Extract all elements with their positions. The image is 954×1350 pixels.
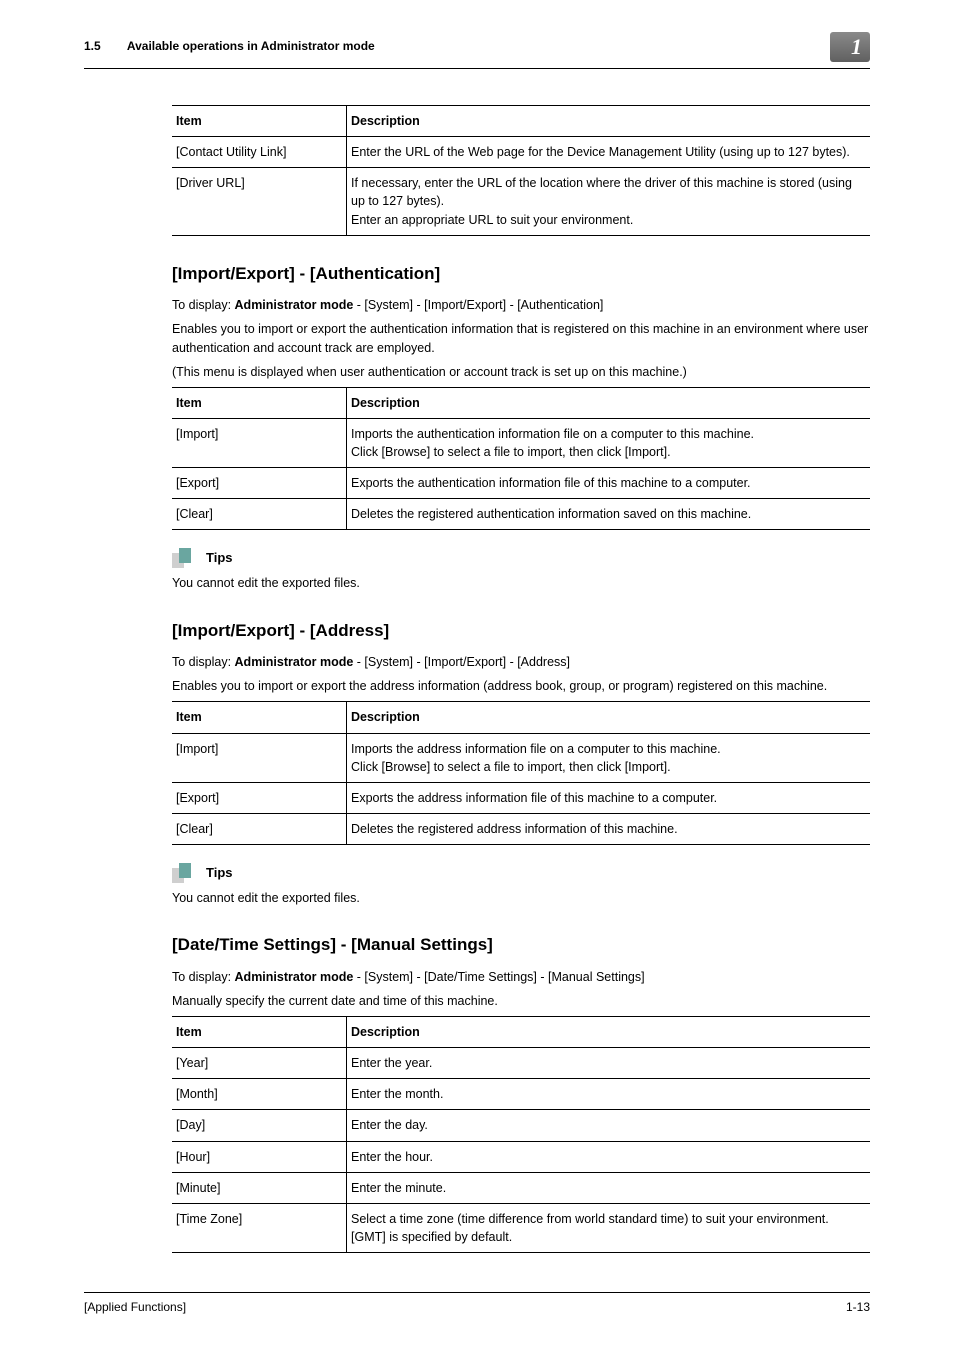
cell-item: [Time Zone] xyxy=(172,1203,347,1252)
para-auth-1: Enables you to import or export the auth… xyxy=(172,320,870,356)
table-row: [Clear]Deletes the registered address in… xyxy=(172,813,870,844)
heading-addr: [Import/Export] - [Address] xyxy=(172,619,870,644)
section-number: 1.5 xyxy=(84,38,124,55)
cell-item: [Import] xyxy=(172,418,347,467)
cell-item: [Day] xyxy=(172,1110,347,1141)
display-prefix: To display: xyxy=(172,298,235,312)
table-row: [Clear]Deletes the registered authentica… xyxy=(172,499,870,530)
para-addr-1: Enables you to import or export the addr… xyxy=(172,677,870,695)
col-header-desc: Description xyxy=(347,387,871,418)
tips-label: Tips xyxy=(206,549,233,568)
col-header-desc: Description xyxy=(347,1017,871,1048)
display-path-date: To display: Administrator mode - [System… xyxy=(172,968,870,986)
table-top: Item Description [Contact Utility Link]E… xyxy=(172,105,870,236)
table-row: Item Description xyxy=(172,1017,870,1048)
header-title: 1.5 Available operations in Administrato… xyxy=(84,38,375,55)
cell-desc: Select a time zone (time difference from… xyxy=(347,1203,871,1252)
para-auth-2: (This menu is displayed when user authen… xyxy=(172,363,870,381)
table-row: [Driver URL]If necessary, enter the URL … xyxy=(172,168,870,235)
cell-item: [Clear] xyxy=(172,499,347,530)
display-bold: Administrator mode xyxy=(235,970,354,984)
cell-item: [Export] xyxy=(172,782,347,813)
cell-desc: Deletes the registered address informati… xyxy=(347,813,871,844)
display-prefix: To display: xyxy=(172,970,235,984)
tips-addr: Tips xyxy=(172,863,870,883)
cell-desc: Exports the address information file of … xyxy=(347,782,871,813)
para-date-1: Manually specify the current date and ti… xyxy=(172,992,870,1010)
col-header-item: Item xyxy=(172,1017,347,1048)
table-row: [Time Zone]Select a time zone (time diff… xyxy=(172,1203,870,1252)
table-row: [Contact Utility Link]Enter the URL of t… xyxy=(172,137,870,168)
cell-desc: Enter the month. xyxy=(347,1079,871,1110)
col-header-desc: Description xyxy=(347,106,871,137)
page-footer: [Applied Functions] 1-13 xyxy=(84,1292,870,1316)
table-row: Item Description xyxy=(172,106,870,137)
cell-item: [Month] xyxy=(172,1079,347,1110)
cell-desc: Imports the address information file on … xyxy=(347,733,871,782)
cell-desc: Enter the minute. xyxy=(347,1172,871,1203)
tips-label: Tips xyxy=(206,864,233,883)
display-path-addr: To display: Administrator mode - [System… xyxy=(172,653,870,671)
cell-item: [Clear] xyxy=(172,813,347,844)
display-rest: - [System] - [Import/Export] - [Address] xyxy=(353,655,570,669)
page-header: 1.5 Available operations in Administrato… xyxy=(84,32,870,66)
chapter-number: 1 xyxy=(851,31,862,63)
tips-text-addr: You cannot edit the exported files. xyxy=(172,889,870,907)
cell-desc: Deletes the registered authentication in… xyxy=(347,499,871,530)
display-bold: Administrator mode xyxy=(235,655,354,669)
tips-icon xyxy=(172,863,200,883)
table-addr-body: [Import]Imports the address information … xyxy=(172,733,870,845)
cell-item: [Driver URL] xyxy=(172,168,347,235)
display-prefix: To display: xyxy=(172,655,235,669)
col-header-desc: Description xyxy=(347,702,871,733)
col-header-item: Item xyxy=(172,106,347,137)
table-row: [Import]Imports the authentication infor… xyxy=(172,418,870,467)
cell-item: [Year] xyxy=(172,1048,347,1079)
chapter-badge: 1 xyxy=(830,32,870,62)
tips-text-auth: You cannot edit the exported files. xyxy=(172,574,870,592)
cell-desc: Enter the URL of the Web page for the De… xyxy=(347,137,871,168)
cell-item: [Contact Utility Link] xyxy=(172,137,347,168)
cell-item: [Export] xyxy=(172,468,347,499)
cell-desc: Enter the hour. xyxy=(347,1141,871,1172)
heading-date: [Date/Time Settings] - [Manual Settings] xyxy=(172,933,870,958)
display-path-auth: To display: Administrator mode - [System… xyxy=(172,296,870,314)
display-bold: Administrator mode xyxy=(235,298,354,312)
cell-desc: Imports the authentication information f… xyxy=(347,418,871,467)
table-row: [Minute]Enter the minute. xyxy=(172,1172,870,1203)
section-title: Available operations in Administrator mo… xyxy=(127,39,375,53)
tips-auth: Tips xyxy=(172,548,870,568)
col-header-item: Item xyxy=(172,387,347,418)
col-header-item: Item xyxy=(172,702,347,733)
table-row: [Year]Enter the year. xyxy=(172,1048,870,1079)
table-row: [Export]Exports the address information … xyxy=(172,782,870,813)
table-row: Item Description xyxy=(172,387,870,418)
tips-icon xyxy=(172,548,200,568)
table-date-body: [Year]Enter the year.[Month]Enter the mo… xyxy=(172,1048,870,1253)
table-row: [Export]Exports the authentication infor… xyxy=(172,468,870,499)
display-rest: - [System] - [Date/Time Settings] - [Man… xyxy=(353,970,644,984)
cell-desc: If necessary, enter the URL of the locat… xyxy=(347,168,871,235)
display-rest: - [System] - [Import/Export] - [Authenti… xyxy=(353,298,603,312)
cell-item: [Hour] xyxy=(172,1141,347,1172)
footer-left: [Applied Functions] xyxy=(84,1299,186,1316)
heading-auth: [Import/Export] - [Authentication] xyxy=(172,262,870,287)
table-row: [Day]Enter the day. xyxy=(172,1110,870,1141)
cell-desc: Enter the day. xyxy=(347,1110,871,1141)
cell-item: [Import] xyxy=(172,733,347,782)
footer-right: 1-13 xyxy=(846,1299,870,1316)
table-row: [Hour]Enter the hour. xyxy=(172,1141,870,1172)
table-auth: Item Description [Import]Imports the aut… xyxy=(172,387,870,531)
table-row: [Month]Enter the month. xyxy=(172,1079,870,1110)
cell-desc: Exports the authentication information f… xyxy=(347,468,871,499)
table-date: Item Description [Year]Enter the year.[M… xyxy=(172,1016,870,1253)
table-top-body: [Contact Utility Link]Enter the URL of t… xyxy=(172,137,870,236)
table-row: Item Description xyxy=(172,702,870,733)
table-row: [Import]Imports the address information … xyxy=(172,733,870,782)
cell-item: [Minute] xyxy=(172,1172,347,1203)
table-addr: Item Description [Import]Imports the add… xyxy=(172,701,870,845)
table-auth-body: [Import]Imports the authentication infor… xyxy=(172,418,870,530)
cell-desc: Enter the year. xyxy=(347,1048,871,1079)
